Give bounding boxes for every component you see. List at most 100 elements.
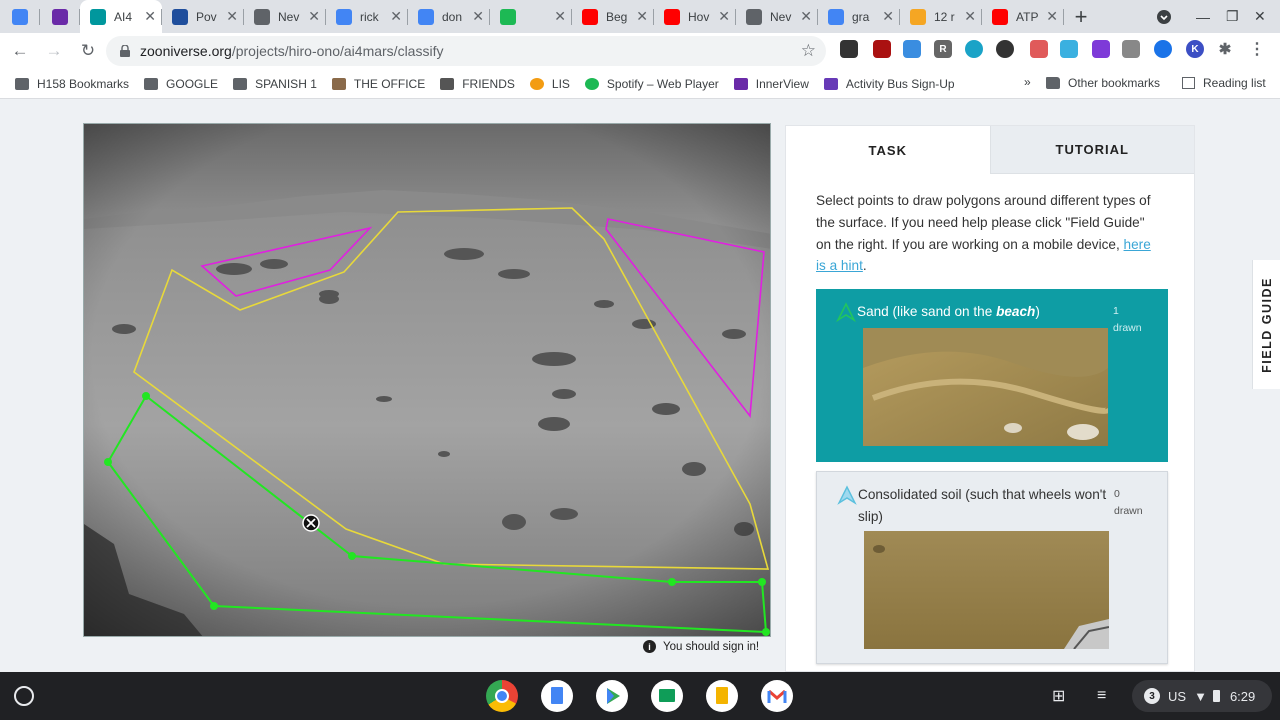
spotify-icon — [584, 77, 599, 90]
polygon-vertex[interactable] — [348, 552, 356, 560]
slides-app-icon[interactable] — [706, 680, 738, 712]
polygon-vertex[interactable] — [210, 602, 218, 610]
extension-badge-icon[interactable] — [1030, 40, 1048, 58]
field-guide-button[interactable]: FIELD GUIDE — [1252, 260, 1280, 389]
close-tab-icon[interactable]: ✕ — [800, 8, 812, 25]
bookmark-item[interactable]: Spotify – Web Player — [584, 77, 719, 91]
launcher-button[interactable] — [14, 686, 34, 706]
zooniverse-icon — [90, 8, 106, 25]
mars-subject-image[interactable] — [83, 123, 771, 637]
polygon-vertex[interactable] — [142, 392, 150, 400]
close-tab-icon[interactable]: ✕ — [144, 8, 156, 25]
reload-button[interactable]: ↻ — [74, 37, 102, 65]
close-tab-icon[interactable]: ✕ — [226, 8, 238, 25]
info-icon: i — [643, 640, 656, 653]
close-tab-icon[interactable]: ✕ — [308, 8, 320, 25]
reading-list[interactable]: Reading list — [1182, 76, 1266, 90]
bookmarks-overflow-button[interactable]: » — [1024, 75, 1031, 89]
docs-app-icon[interactable] — [541, 680, 573, 712]
choice-consolidated-soil[interactable]: Consolidated soil (such that wheels won'… — [816, 471, 1168, 664]
extension-pin-icon[interactable] — [1154, 40, 1172, 58]
restore-button[interactable]: ❐ — [1226, 0, 1239, 33]
close-tab-icon[interactable]: ✕ — [636, 8, 648, 25]
extension-puzzle-icon[interactable] — [840, 40, 858, 58]
clock-time: 6:29 — [1229, 688, 1256, 704]
other-bookmarks-label: Other bookmarks — [1068, 76, 1161, 90]
extension-cloud-icon[interactable] — [1060, 40, 1078, 58]
bookmark-item[interactable]: Activity Bus Sign-Up — [823, 77, 955, 91]
more-menu-icon[interactable]: ⋮ — [1248, 40, 1266, 58]
tab-title: ATP & R — [1016, 9, 1042, 24]
extension-copy-icon[interactable] — [1122, 40, 1140, 58]
bookmark-item[interactable]: LIS — [529, 77, 570, 91]
minimize-button[interactable]: — — [1196, 0, 1210, 33]
close-tab-icon[interactable]: ✕ — [1046, 8, 1058, 25]
browser-tab[interactable]: ✕ — [490, 0, 572, 33]
bookmark-item[interactable]: FRIENDS — [440, 77, 515, 91]
the-office-icon — [331, 77, 346, 90]
bookmark-item[interactable]: SPANISH 1 — [233, 77, 317, 91]
extension-k-icon[interactable]: K — [1186, 40, 1204, 58]
youtube-icon — [582, 8, 598, 25]
clipboard-button[interactable]: ≡ — [1097, 680, 1106, 712]
close-tab-icon[interactable]: ✕ — [390, 8, 402, 25]
extension-shield-icon[interactable] — [873, 40, 891, 58]
browser-tab[interactable]: rick ✕ — [326, 0, 408, 33]
polygon-vertex[interactable] — [758, 578, 766, 586]
extension-circle-icon[interactable] — [996, 40, 1014, 58]
browser-tab[interactable]: Pov ✕ — [162, 0, 244, 33]
close-tab-icon[interactable]: ✕ — [964, 8, 976, 25]
subject-canvas[interactable] — [84, 124, 771, 637]
browser-tab[interactable]: Beg ✕ — [572, 0, 654, 33]
tab-search-button[interactable] — [1156, 0, 1172, 33]
polygon-vertex[interactable] — [668, 578, 676, 586]
choice-sand-count: 1 drawn — [1113, 303, 1153, 337]
spotify-icon — [500, 8, 516, 25]
extension-save-icon[interactable] — [903, 40, 921, 58]
extension-r-icon[interactable]: R — [934, 40, 952, 58]
browser-tab[interactable] — [0, 0, 40, 33]
tab-tutorial[interactable]: TUTORIAL — [989, 126, 1194, 174]
browser-tab[interactable]: Hov ✕ — [654, 0, 736, 33]
bookmark-item[interactable]: H158 Bookmarks — [15, 77, 129, 91]
close-window-button[interactable]: ✕ — [1254, 0, 1266, 33]
close-tab-icon[interactable]: ✕ — [472, 8, 484, 25]
task-panel: TASK TUTORIAL Select points to draw poly… — [785, 125, 1195, 672]
status-area[interactable]: 3 US ▼ 6:29 — [1132, 680, 1272, 712]
new-tab-button[interactable]: + — [1064, 0, 1098, 33]
polygon-vertex[interactable] — [762, 628, 770, 636]
browser-tab[interactable]: gra ✕ — [818, 0, 900, 33]
polygon-vertex[interactable] — [104, 458, 112, 466]
delete-shape-icon[interactable] — [302, 514, 320, 532]
chrome-app-icon[interactable] — [486, 680, 518, 712]
forward-button[interactable]: → — [40, 37, 68, 65]
gmail-app-icon[interactable] — [761, 680, 793, 712]
browser-tab[interactable] — [40, 0, 80, 33]
bookmark-item[interactable]: GOOGLE — [144, 77, 218, 91]
browser-tab[interactable]: ATP & R ✕ — [982, 0, 1064, 33]
browser-tab[interactable]: don ✕ — [408, 0, 490, 33]
extension-globe-icon[interactable] — [965, 40, 983, 58]
browser-tab[interactable]: Nev ✕ — [244, 0, 326, 33]
close-tab-icon[interactable]: ✕ — [718, 8, 730, 25]
choice-sand[interactable]: Sand (like sand on the beach) 1 drawn — [816, 289, 1168, 462]
browser-tab[interactable]: AI4 ✕ — [80, 0, 162, 33]
close-tab-icon[interactable]: ✕ — [554, 8, 566, 25]
back-button[interactable]: ← — [6, 37, 34, 65]
tab-task[interactable]: TASK — [786, 126, 990, 174]
bookmark-item[interactable]: THE OFFICE — [331, 77, 425, 91]
bookmark-star-icon[interactable]: ☆ — [801, 41, 816, 61]
tab-title: Hov — [688, 9, 710, 24]
address-bar[interactable]: zooniverse.org/projects/hiro-ono/ai4mars… — [106, 36, 826, 66]
screen-capture-button[interactable]: ⊞ — [1052, 680, 1065, 712]
count-value: 1 — [1113, 305, 1119, 317]
extension-chat-icon[interactable] — [1092, 40, 1110, 58]
extensions-menu-icon[interactable]: ✱ — [1216, 40, 1234, 58]
classroom-app-icon[interactable] — [651, 680, 683, 712]
browser-tab[interactable]: 12 r ✕ — [900, 0, 982, 33]
bookmark-item[interactable]: InnerView — [733, 77, 809, 91]
other-bookmarks[interactable]: Other bookmarks — [1046, 76, 1160, 90]
play-store-app-icon[interactable] — [596, 680, 628, 712]
browser-tab[interactable]: Nev ✕ — [736, 0, 818, 33]
close-tab-icon[interactable]: ✕ — [882, 8, 894, 25]
